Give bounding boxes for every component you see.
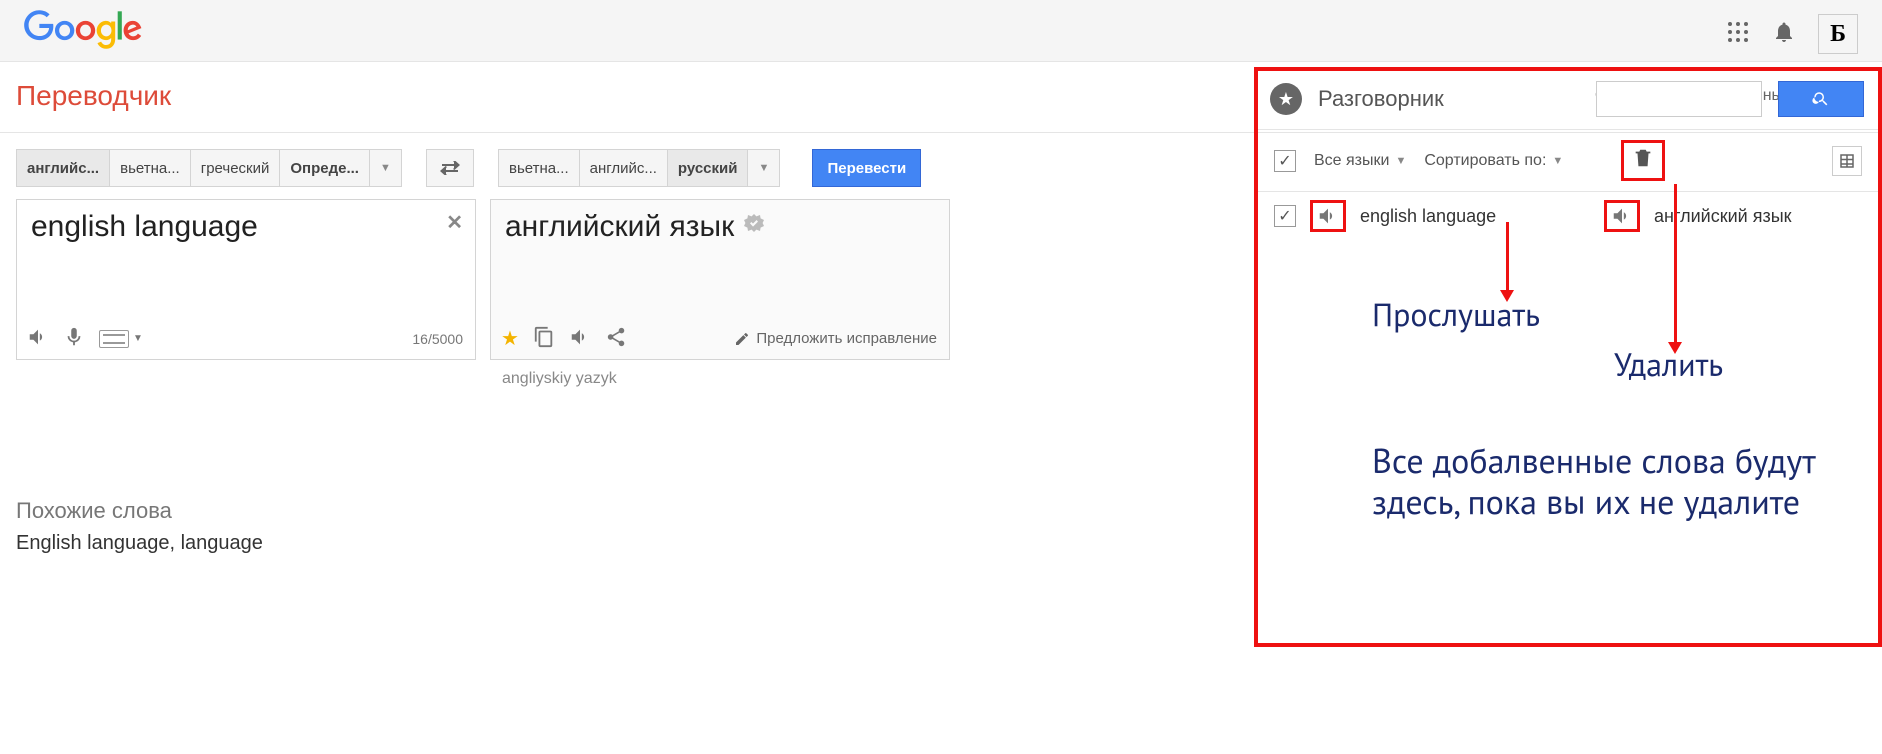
keyboard-icon[interactable] — [99, 330, 129, 348]
phrase-source-text: english language — [1360, 206, 1590, 227]
clear-input-icon[interactable]: ✕ — [446, 210, 463, 235]
tgt-lang-vietnamese[interactable]: вьетна... — [498, 149, 580, 187]
select-all-checkbox[interactable]: ✓ — [1274, 150, 1296, 172]
listen-target-phrase-icon[interactable] — [1604, 200, 1640, 232]
phrasebook-search-input[interactable] — [1596, 81, 1762, 117]
src-lang-english[interactable]: английс... — [16, 149, 110, 187]
verified-icon — [742, 210, 766, 244]
google-logo[interactable] — [24, 10, 142, 50]
source-lang-tabs: английс... вьетна... греческий Опреде...… — [16, 149, 402, 187]
char-count: 16/5000 — [412, 331, 463, 347]
listen-source-icon[interactable] — [27, 326, 49, 351]
phrasebook-panel: ★ Разговорник ✓ Все языки ▼ Сортировать … — [1254, 67, 1882, 647]
annotation-listen: Прослушать — [1372, 293, 1540, 335]
save-star-icon[interactable]: ★ — [501, 326, 519, 351]
phrasebook-row[interactable]: ✓ english language английский язык — [1258, 192, 1878, 240]
src-lang-dropdown[interactable]: ▼ — [370, 149, 402, 187]
phrasebook-title: Разговорник — [1318, 86, 1580, 112]
delete-button[interactable] — [1621, 140, 1665, 181]
notifications-icon[interactable] — [1772, 20, 1796, 49]
swap-languages-button[interactable] — [426, 149, 474, 187]
language-bar: английс... вьетна... греческий Опреде...… — [16, 149, 950, 187]
share-icon[interactable] — [605, 326, 627, 351]
transliteration: angliyskiy yazyk — [502, 370, 950, 388]
google-bar: Б — [0, 0, 1882, 62]
source-panel: english language ✕ ▼ 16/5000 — [16, 199, 476, 360]
google-tools: Б — [1726, 14, 1858, 54]
translate-pane: английс... вьетна... греческий Опреде...… — [0, 133, 950, 647]
apps-icon[interactable] — [1726, 20, 1750, 49]
phrasebook-toolbar: ✓ Все языки ▼ Сортировать по: ▼ — [1258, 130, 1878, 192]
phrasebook-star-icon[interactable]: ★ — [1270, 83, 1302, 115]
similar-words-list: English language, language — [16, 532, 950, 555]
target-panel: английский язык ★ Предложить исправлен — [490, 199, 950, 360]
source-text: english language — [31, 210, 258, 244]
annotation-delete: Удалить — [1614, 343, 1723, 385]
src-lang-detect[interactable]: Опреде... — [280, 149, 370, 187]
target-lang-tabs: вьетна... английс... русский ▼ — [498, 149, 781, 187]
tgt-lang-dropdown[interactable]: ▼ — [748, 149, 780, 187]
src-lang-greek[interactable]: греческий — [191, 149, 281, 187]
translation-text: английский язык — [505, 210, 734, 244]
phrasebook-header: ★ Разговорник — [1258, 71, 1878, 130]
source-textarea[interactable]: english language ✕ — [17, 200, 475, 320]
src-lang-vietnamese[interactable]: вьетна... — [110, 149, 191, 187]
tgt-lang-english[interactable]: английс... — [580, 149, 668, 187]
annotation-note: Все добалвенные слова будут здесь, пока … — [1372, 441, 1832, 523]
translate-button[interactable]: Перевести — [812, 149, 921, 187]
listen-target-icon[interactable] — [569, 326, 591, 351]
similar-words-title: Похожие слова — [16, 498, 950, 524]
all-languages-dropdown[interactable]: Все языки ▼ — [1314, 152, 1406, 170]
phrasebook-search-button[interactable] — [1778, 81, 1864, 117]
listen-source-phrase-icon[interactable] — [1310, 200, 1346, 232]
similar-words-block: Похожие слова English language, language — [16, 498, 950, 555]
account-avatar[interactable]: Б — [1818, 14, 1858, 54]
export-sheet-button[interactable] — [1832, 146, 1862, 176]
mic-icon[interactable] — [63, 326, 85, 351]
row-checkbox[interactable]: ✓ — [1274, 205, 1296, 227]
suggest-edit[interactable]: Предложить исправление — [734, 330, 937, 347]
product-title: Переводчик — [16, 80, 171, 112]
copy-icon[interactable] — [533, 326, 555, 351]
sort-by-dropdown[interactable]: Сортировать по: ▼ — [1424, 152, 1563, 170]
tgt-lang-russian[interactable]: русский — [668, 149, 749, 187]
